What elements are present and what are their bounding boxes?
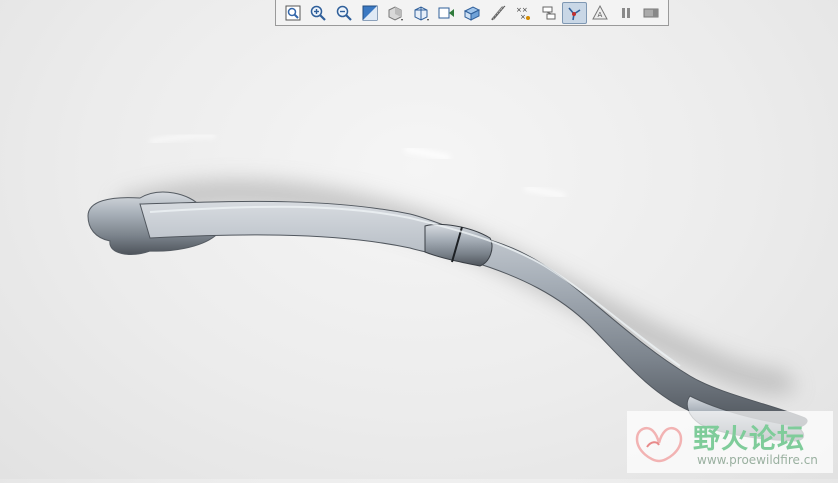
csys-display-icon: [542, 6, 556, 19]
annotation-display-button[interactable]: A: [587, 2, 613, 24]
point-display-icon: ×××: [516, 6, 531, 21]
datum-axes-icon: [490, 5, 505, 20]
pause-icon: [621, 7, 630, 18]
point-display-button[interactable]: ×× ×: [510, 2, 536, 24]
forum-watermark: 野火论坛 www.proewildfire.cn: [627, 411, 833, 473]
regenerate-icon: [643, 8, 659, 17]
display-style-icon: [388, 5, 404, 21]
spin-center-icon: [568, 6, 581, 20]
regenerate-button[interactable]: [638, 2, 664, 24]
reflection-1: [149, 133, 216, 144]
saved-orientations-button[interactable]: [408, 2, 434, 24]
datum-planes-button[interactable]: [459, 2, 485, 24]
refit-button[interactable]: [280, 2, 306, 24]
datum-axes-button[interactable]: [485, 2, 511, 24]
pause-button[interactable]: [613, 2, 639, 24]
csys-display-button[interactable]: [536, 2, 562, 24]
reflection-3: [524, 186, 566, 198]
view-manager-button[interactable]: [434, 2, 460, 24]
zoom-out-button[interactable]: [331, 2, 357, 24]
svg-text:A: A: [597, 11, 602, 19]
watermark-url: www.proewildfire.cn: [697, 453, 818, 467]
watermark-title: 野火论坛: [693, 424, 805, 455]
saved-orientations-icon: [414, 5, 429, 21]
datum-planes-icon: [463, 5, 481, 21]
view-manager-icon: [438, 7, 455, 18]
view-toolbar: ×× × A: [275, 0, 669, 26]
repaint-button[interactable]: [357, 2, 383, 24]
forum-logo-icon: [635, 427, 683, 463]
zoom-in-button[interactable]: [306, 2, 332, 24]
zoom-out-icon: [336, 5, 352, 21]
zoom-in-icon: [311, 5, 327, 21]
repaint-icon: [362, 5, 378, 20]
reflection-2: [404, 146, 451, 161]
svg-text:×: ×: [520, 13, 526, 21]
annotation-display-icon: A: [592, 4, 608, 19]
display-style-button[interactable]: [382, 2, 408, 24]
spin-center-button[interactable]: [561, 1, 588, 24]
refit-icon: [285, 5, 301, 20]
